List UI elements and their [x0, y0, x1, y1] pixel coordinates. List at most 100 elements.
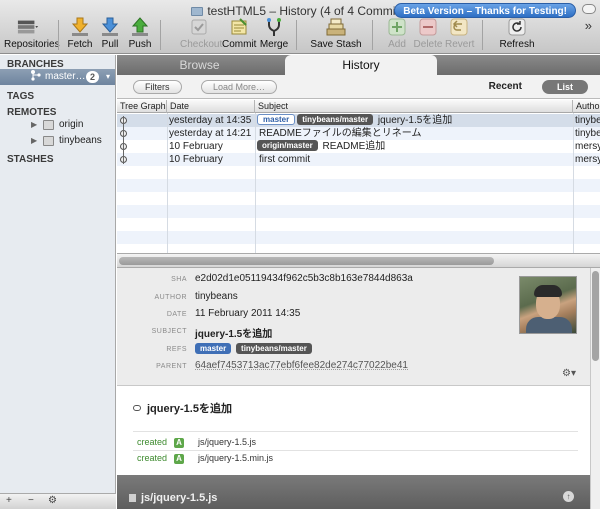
- toolbar-divider: [372, 20, 373, 50]
- gear-icon[interactable]: ⚙▾: [562, 368, 576, 379]
- file-status: created: [137, 453, 168, 463]
- window-title-text: testHTML5 – History (4 of 4 Commits): [207, 4, 409, 18]
- remote-server-icon: [43, 120, 54, 130]
- repositories-button[interactable]: Repositories: [4, 17, 60, 53]
- refresh-label: Refresh: [499, 39, 535, 50]
- revert-icon: [448, 17, 470, 37]
- push-label: Push: [128, 39, 152, 50]
- empty-row: [117, 166, 600, 179]
- delete-label: Delete: [413, 39, 443, 50]
- column-header-date[interactable]: Date: [167, 100, 255, 113]
- pull-button[interactable]: Pull: [96, 17, 124, 53]
- sidebar-item-remote-origin[interactable]: ▶ origin: [0, 117, 115, 133]
- column-header-subject[interactable]: Subject: [255, 100, 573, 113]
- folder-icon: [191, 7, 204, 16]
- toolbar-overflow-button[interactable]: »: [585, 18, 592, 33]
- row-date: 10 February: [169, 141, 223, 152]
- ref-tag[interactable]: master: [195, 343, 232, 354]
- author-label: AUTHOR: [154, 294, 187, 301]
- toolbar-toggle-button[interactable]: [582, 4, 596, 14]
- column-divider: [255, 113, 256, 253]
- row-subject: first commit: [259, 154, 311, 165]
- fetch-icon: [69, 17, 91, 37]
- commit-button[interactable]: Commit: [222, 17, 256, 53]
- refresh-button[interactable]: Refresh: [498, 17, 536, 53]
- files-subject-text: jquery-1.5を追加: [147, 403, 232, 415]
- commit-label: Commit: [222, 39, 257, 50]
- table-row[interactable]: yesterday at 14:21 READMEファイルの編集とリネーム ti…: [117, 127, 600, 140]
- disclosure-triangle-icon[interactable]: ▶: [31, 117, 37, 133]
- files-subject: jquery-1.5を追加: [133, 400, 232, 416]
- subject-value: jquery-1.5を追加: [195, 329, 273, 340]
- checkout-label: Checkout: [180, 39, 223, 50]
- vertical-scrollbar[interactable]: [590, 268, 600, 509]
- sha-label: SHA: [171, 276, 187, 283]
- horizontal-scrollbar[interactable]: [119, 257, 494, 265]
- scroll-up-icon[interactable]: ↑: [563, 491, 574, 502]
- parent-link[interactable]: 64aef7453713ac77ebf6fee82de274c77022be41: [195, 360, 408, 371]
- sha-value[interactable]: e2d02d1e05119434f962c5b3c8b163e7844d863a: [195, 273, 413, 284]
- ref-tag[interactable]: tinybeans/master: [236, 343, 312, 354]
- filters-button[interactable]: Filters: [133, 80, 182, 94]
- list-item[interactable]: created Ajs/jquery-1.5.js: [137, 437, 256, 448]
- load-more-button[interactable]: Load More…: [201, 80, 278, 94]
- gear-icon[interactable]: ⚙: [48, 495, 57, 506]
- row-date: yesterday at 14:35: [169, 115, 252, 126]
- table-row[interactable]: 10 February first commit mersy: [117, 153, 600, 166]
- recent-label[interactable]: Recent: [489, 81, 522, 92]
- row-author: mersy: [575, 154, 600, 165]
- disclosure-triangle-icon[interactable]: ▶: [31, 133, 37, 149]
- ref-tag: tinybeans/master: [297, 114, 374, 125]
- empty-row: [117, 218, 600, 231]
- row-date: yesterday at 14:21: [169, 128, 252, 139]
- save-stash-button[interactable]: Save Stash: [310, 17, 362, 53]
- revert-button[interactable]: Revert: [445, 17, 474, 53]
- fetch-button[interactable]: Fetch: [66, 17, 94, 53]
- column-header-author[interactable]: Author: [573, 100, 600, 113]
- row-subject-text: jquery-1.5を追加: [377, 115, 453, 126]
- beta-badge[interactable]: Beta Version – Thanks for Testing!: [394, 3, 576, 18]
- add-item-button[interactable]: +: [6, 495, 12, 506]
- speech-bubble-icon: [133, 405, 141, 411]
- remote-server-icon: [43, 136, 54, 146]
- empty-row: [117, 179, 600, 192]
- tab-browse[interactable]: Browse: [117, 55, 282, 75]
- sidebar-stashes-header: STASHES: [7, 154, 54, 165]
- refs-value: master tinybeans/master: [195, 343, 314, 355]
- remove-item-button[interactable]: −: [28, 495, 34, 506]
- tab-history[interactable]: History: [285, 55, 437, 75]
- ref-tag: master: [257, 114, 296, 125]
- empty-row: [117, 231, 600, 244]
- sidebar-footer: + − ⚙: [0, 493, 116, 509]
- table-header: Tree Graph Date Subject Author: [117, 100, 600, 113]
- list-toggle[interactable]: List: [541, 80, 588, 94]
- row-subject: READMEファイルの編集とリネーム: [259, 128, 422, 139]
- scrollbar-thumb[interactable]: [592, 271, 599, 361]
- empty-row: [117, 205, 600, 218]
- toolbar-divider: [58, 20, 59, 50]
- sidebar-item-branch-master[interactable]: master… 2 ▾: [0, 69, 115, 85]
- merge-button[interactable]: Merge: [258, 17, 290, 53]
- pull-label: Pull: [101, 39, 119, 50]
- changed-files: jquery-1.5を追加 created Ajs/jquery-1.5.js c…: [117, 387, 590, 475]
- checkout-button[interactable]: Checkout: [180, 17, 222, 53]
- author-value: tinybeans: [195, 291, 238, 302]
- column-header-graph[interactable]: Tree Graph: [117, 100, 167, 113]
- list-item[interactable]: created Ajs/jquery-1.5.min.js: [137, 453, 273, 464]
- push-icon: [129, 17, 151, 37]
- push-button[interactable]: Push: [126, 17, 154, 53]
- row-author: mersy: [575, 141, 600, 152]
- row-author: tinybeans: [575, 128, 600, 139]
- avatar-hair: [534, 285, 562, 297]
- pane-splitter[interactable]: [117, 253, 600, 268]
- refs-label: REFS: [166, 346, 187, 353]
- table-row[interactable]: 10 February origin/master README追加 mersy: [117, 140, 600, 153]
- diff-file-label[interactable]: js/jquery-1.5.js: [129, 492, 217, 504]
- table-row[interactable]: yesterday at 14:35 master tinybeans/maste…: [117, 114, 600, 127]
- file-path: js/jquery-1.5.min.js: [198, 453, 274, 463]
- sidebar-item-remote-tinybeans[interactable]: ▶ tinybeans: [0, 133, 115, 149]
- merge-icon: [263, 17, 285, 37]
- row-subject-text: README追加: [322, 141, 386, 152]
- add-button[interactable]: Add: [384, 17, 410, 53]
- delete-button[interactable]: Delete: [413, 17, 443, 53]
